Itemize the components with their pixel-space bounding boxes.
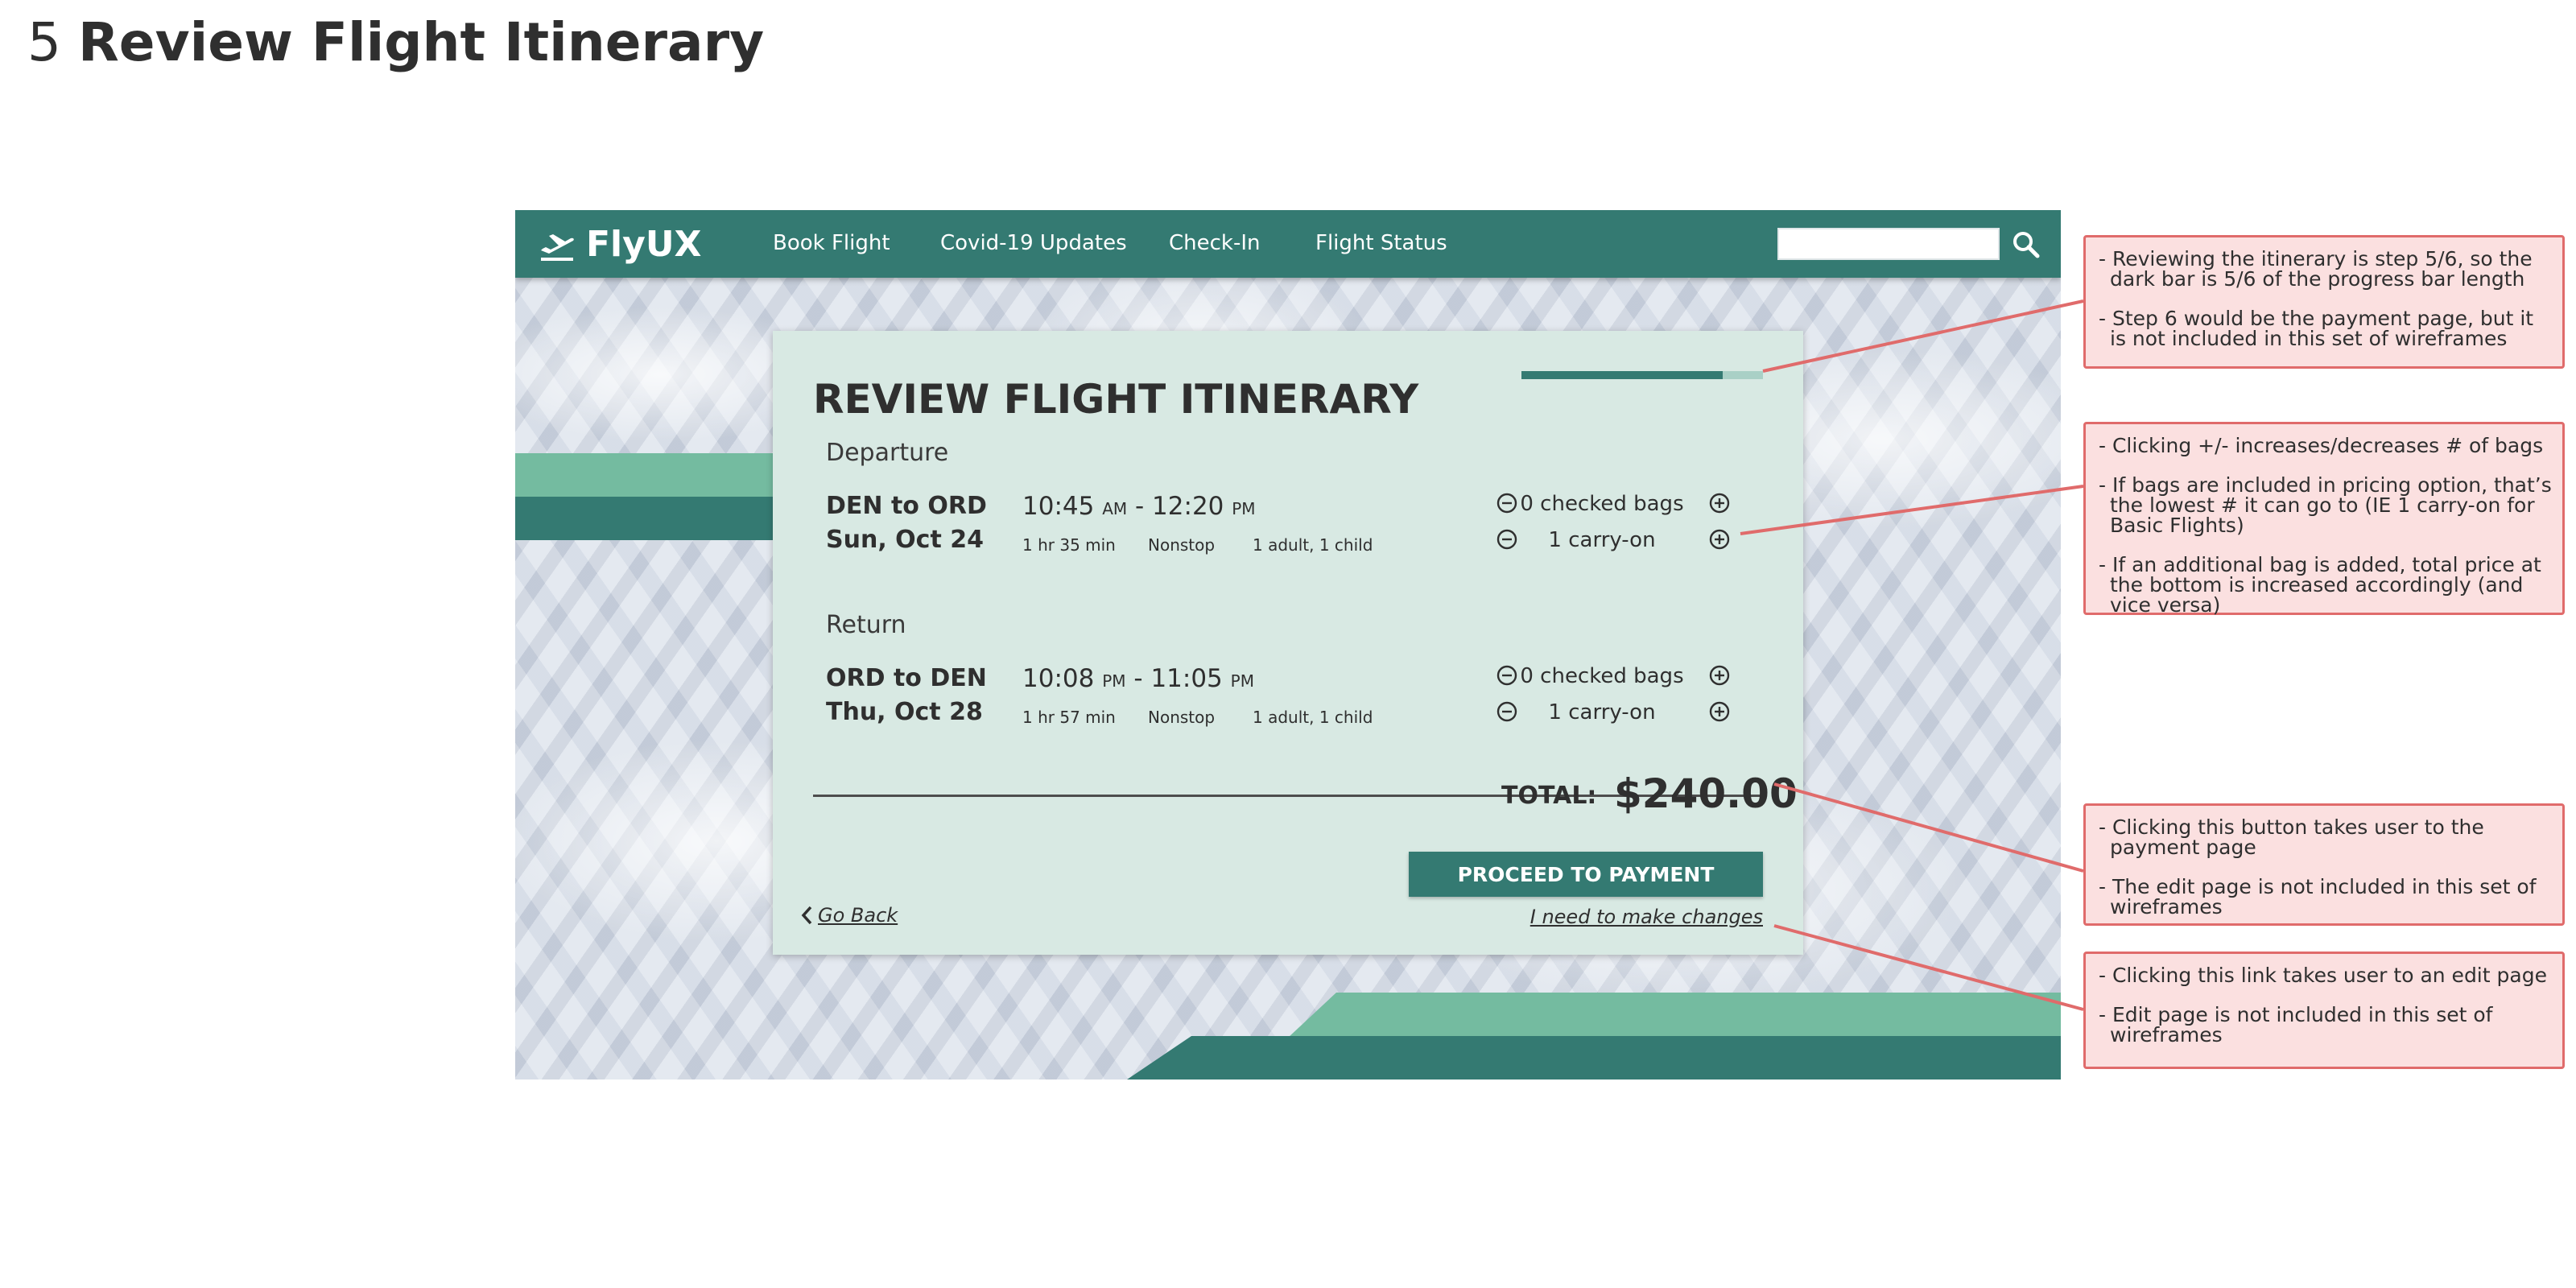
- annotation-text: - Step 6 would be the payment page, but …: [2099, 307, 2534, 350]
- search-input[interactable]: [1777, 228, 2000, 260]
- logo-text: FlyUX: [586, 223, 702, 265]
- progress-bar-fill: [1521, 371, 1723, 379]
- departure-label: Departure: [826, 439, 949, 467]
- return-date: Thu, Oct 28: [826, 698, 983, 726]
- annotation-text: - If an additional bag is added, total p…: [2099, 553, 2541, 617]
- nav-link-book-flight[interactable]: Book Flight: [773, 231, 890, 255]
- departure-passengers: 1 adult, 1 child: [1253, 535, 1373, 555]
- plus-circle-icon[interactable]: [1708, 700, 1731, 723]
- nav-link-covid-updates[interactable]: Covid-19 Updates: [940, 231, 1127, 255]
- wireframe-screen: FlyUX Book Flight Covid-19 Updates Check…: [515, 210, 2061, 1080]
- return-arrive-ampm: PM: [1230, 671, 1254, 691]
- go-back-link[interactable]: Go Back: [800, 904, 898, 927]
- annotation-text: - Clicking this link takes user to an ed…: [2099, 964, 2547, 987]
- make-changes-link[interactable]: I need to make changes: [1530, 906, 1763, 928]
- page-title: 5 Review Flight Itinerary: [27, 11, 764, 73]
- decorative-footer-band-light: [1288, 993, 2061, 1038]
- annotation-progress-bar: - Reviewing the itinerary is step 5/6, s…: [2083, 235, 2565, 369]
- progress-bar: [1521, 371, 1763, 379]
- nav-link-check-in[interactable]: Check-In: [1169, 231, 1261, 255]
- plus-circle-icon[interactable]: [1708, 528, 1731, 551]
- top-navigation-bar: FlyUX Book Flight Covid-19 Updates Check…: [515, 210, 2061, 278]
- annotation-text: - Clicking +/- increases/decreases # of …: [2099, 434, 2544, 457]
- departure-duration: 1 hr 35 min: [1022, 535, 1116, 555]
- nav-link-flight-status[interactable]: Flight Status: [1315, 231, 1447, 255]
- search-icon[interactable]: [2011, 229, 2041, 260]
- return-carry-on: 1 carry-on: [1548, 700, 1656, 724]
- airplane-takeoff-icon: [541, 234, 574, 261]
- return-depart-time: 10:08: [1022, 664, 1095, 693]
- total-price: $240.00: [1614, 770, 1798, 817]
- return-depart-ampm: PM: [1102, 671, 1126, 691]
- departure-date: Sun, Oct 24: [826, 526, 984, 554]
- annotation-text: - If bags are included in pricing option…: [2099, 473, 2552, 537]
- departure-time-range: 10:45 AM - 12:20 PM: [1022, 492, 1256, 521]
- itinerary-card: REVIEW FLIGHT ITINERARY Departure DEN to…: [773, 331, 1803, 955]
- return-arrive-time: 11:05: [1150, 664, 1223, 693]
- annotation-text: - Reviewing the itinerary is step 5/6, s…: [2099, 247, 2533, 291]
- chevron-left-icon: [801, 906, 812, 925]
- annotation-proceed-button: - Clicking this button takes user to the…: [2083, 803, 2565, 926]
- return-duration: 1 hr 57 min: [1022, 708, 1116, 727]
- return-label: Return: [826, 611, 906, 639]
- departure-arrive-ampm: PM: [1232, 499, 1256, 518]
- decorative-band-dark: [515, 497, 781, 540]
- departure-depart-ampm: AM: [1102, 499, 1128, 518]
- departure-checked-bags: 0 checked bags: [1520, 492, 1684, 516]
- page-heading: Review Flight Itinerary: [77, 11, 765, 73]
- return-checked-bags: 0 checked bags: [1520, 664, 1684, 688]
- page-number: 5: [27, 11, 61, 73]
- decorative-band-light: [515, 453, 781, 497]
- departure-carry-on: 1 carry-on: [1548, 528, 1656, 552]
- departure-arrive-time: 12:20: [1152, 492, 1224, 521]
- annotation-text: - Edit page is not included in this set …: [2099, 1003, 2493, 1046]
- return-time-range: 10:08 PM - 11:05 PM: [1022, 664, 1254, 693]
- annotation-text: - The edit page is not included in this …: [2099, 875, 2537, 919]
- plus-circle-icon[interactable]: [1708, 492, 1731, 514]
- annotation-make-changes-link: - Clicking this link takes user to an ed…: [2083, 952, 2565, 1069]
- departure-stops: Nonstop: [1148, 535, 1216, 555]
- go-back-label: Go Back: [818, 904, 898, 927]
- logo[interactable]: FlyUX: [538, 221, 701, 266]
- itinerary-title: REVIEW FLIGHT ITINERARY: [813, 376, 1419, 423]
- departure-route: DEN to ORD: [826, 492, 987, 520]
- annotation-text: - Clicking this button takes user to the…: [2099, 815, 2484, 859]
- annotation-bag-counters: - Clicking +/- increases/decreases # of …: [2083, 422, 2565, 615]
- return-passengers: 1 adult, 1 child: [1253, 708, 1373, 727]
- proceed-to-payment-button[interactable]: PROCEED TO PAYMENT: [1409, 852, 1763, 897]
- return-route: ORD to DEN: [826, 664, 987, 692]
- decorative-footer-band-dark: [1127, 1036, 2061, 1080]
- plus-circle-icon[interactable]: [1708, 664, 1731, 687]
- departure-depart-time: 10:45: [1022, 492, 1095, 521]
- total-label: TOTAL:: [1501, 782, 1597, 810]
- return-stops: Nonstop: [1148, 708, 1216, 727]
